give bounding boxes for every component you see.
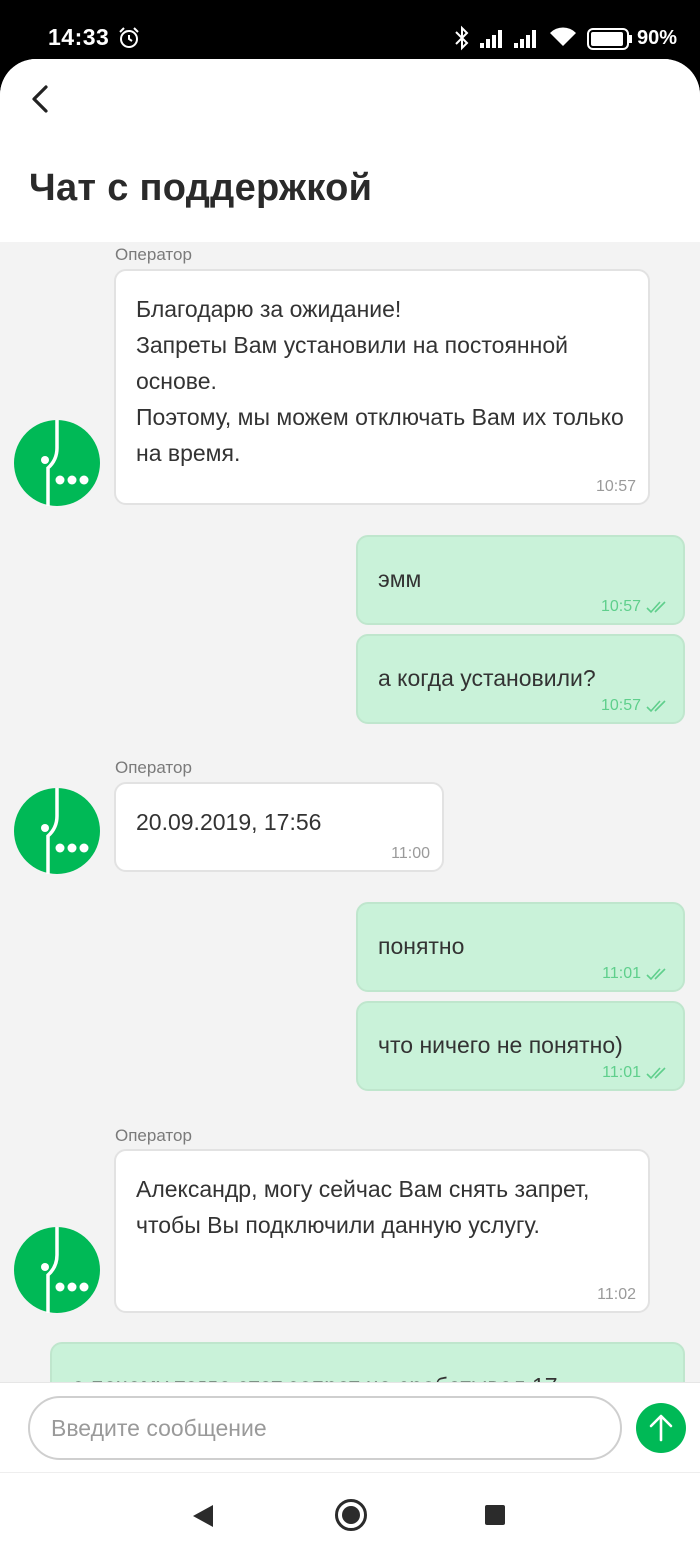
message-text: эмм <box>378 566 422 592</box>
incoming-message[interactable]: Благодарю за ожидание! Запреты Вам устан… <box>114 269 650 505</box>
nav-back-icon[interactable] <box>192 1504 214 1528</box>
read-check-icon <box>646 1067 666 1080</box>
bluetooth-icon <box>455 25 469 51</box>
battery-icon <box>587 28 632 50</box>
message-text: Благодарю за ожидание! Запреты Вам устан… <box>136 296 624 466</box>
message-time: 11:01 <box>602 1064 641 1081</box>
chevron-left-icon <box>32 85 48 113</box>
operator-avatar <box>14 1227 100 1313</box>
message-text: что ничего не понятно) <box>378 1032 623 1058</box>
back-button[interactable] <box>20 77 60 121</box>
read-check-icon <box>646 968 666 981</box>
outgoing-message[interactable]: а когда установили? 10:57 <box>356 634 685 724</box>
sender-label: Оператор <box>115 245 192 264</box>
sender-label: Оператор <box>115 1126 192 1145</box>
message-time: 11:02 <box>597 1286 636 1303</box>
send-button[interactable] <box>636 1403 686 1453</box>
sender-label: Оператор <box>115 758 192 777</box>
read-check-icon <box>646 601 666 614</box>
incoming-message[interactable]: Александр, могу сейчас Вам снять запрет,… <box>114 1149 650 1313</box>
outgoing-message[interactable]: а почему тогда этот запрет не сработывал… <box>50 1342 685 1382</box>
arrow-up-icon <box>649 1414 673 1442</box>
message-input[interactable] <box>28 1396 622 1460</box>
message-text: а когда установили? <box>378 665 596 691</box>
signal-icon <box>514 30 536 48</box>
message-time: 11:00 <box>391 845 430 862</box>
wifi-icon <box>550 27 576 46</box>
message-list[interactable]: Оператор Благодарю за ожидание! Запреты … <box>0 242 700 1382</box>
message-time: 10:57 <box>595 478 636 495</box>
nav-home-icon[interactable] <box>334 1498 368 1532</box>
incoming-message[interactable]: 20.09.2019, 17:56 11:00 <box>114 782 444 872</box>
outgoing-message[interactable]: эмм 10:57 <box>356 535 685 625</box>
read-check-icon <box>646 700 666 713</box>
system-nav-bar <box>0 1472 700 1556</box>
outgoing-message[interactable]: что ничего не понятно) 11:01 <box>356 1001 685 1091</box>
header: Чат с поддержкой <box>0 59 700 242</box>
operator-avatar <box>14 420 100 506</box>
message-text: Александр, могу сейчас Вам снять запрет,… <box>136 1176 590 1238</box>
signal-icon <box>480 30 502 48</box>
alarm-icon <box>119 27 139 48</box>
composer <box>0 1382 700 1472</box>
chat-screen: Чат с поддержкой Оператор Благодарю за о… <box>0 59 700 1556</box>
battery-level: 90% <box>637 27 678 49</box>
operator-avatar <box>14 788 100 874</box>
page-title: Чат с поддержкой <box>29 167 373 209</box>
message-text: понятно <box>378 933 465 959</box>
message-time: 10:57 <box>600 697 641 714</box>
message-time: 11:01 <box>602 965 641 982</box>
nav-recents-icon[interactable] <box>485 1505 505 1525</box>
outgoing-message[interactable]: понятно 11:01 <box>356 902 685 992</box>
message-time: 10:57 <box>600 598 641 615</box>
status-time: 14:33 <box>48 24 110 50</box>
message-text: 20.09.2019, 17:56 <box>136 809 322 835</box>
message-text: а почему тогда этот запрет не сработывал… <box>72 1368 577 1382</box>
